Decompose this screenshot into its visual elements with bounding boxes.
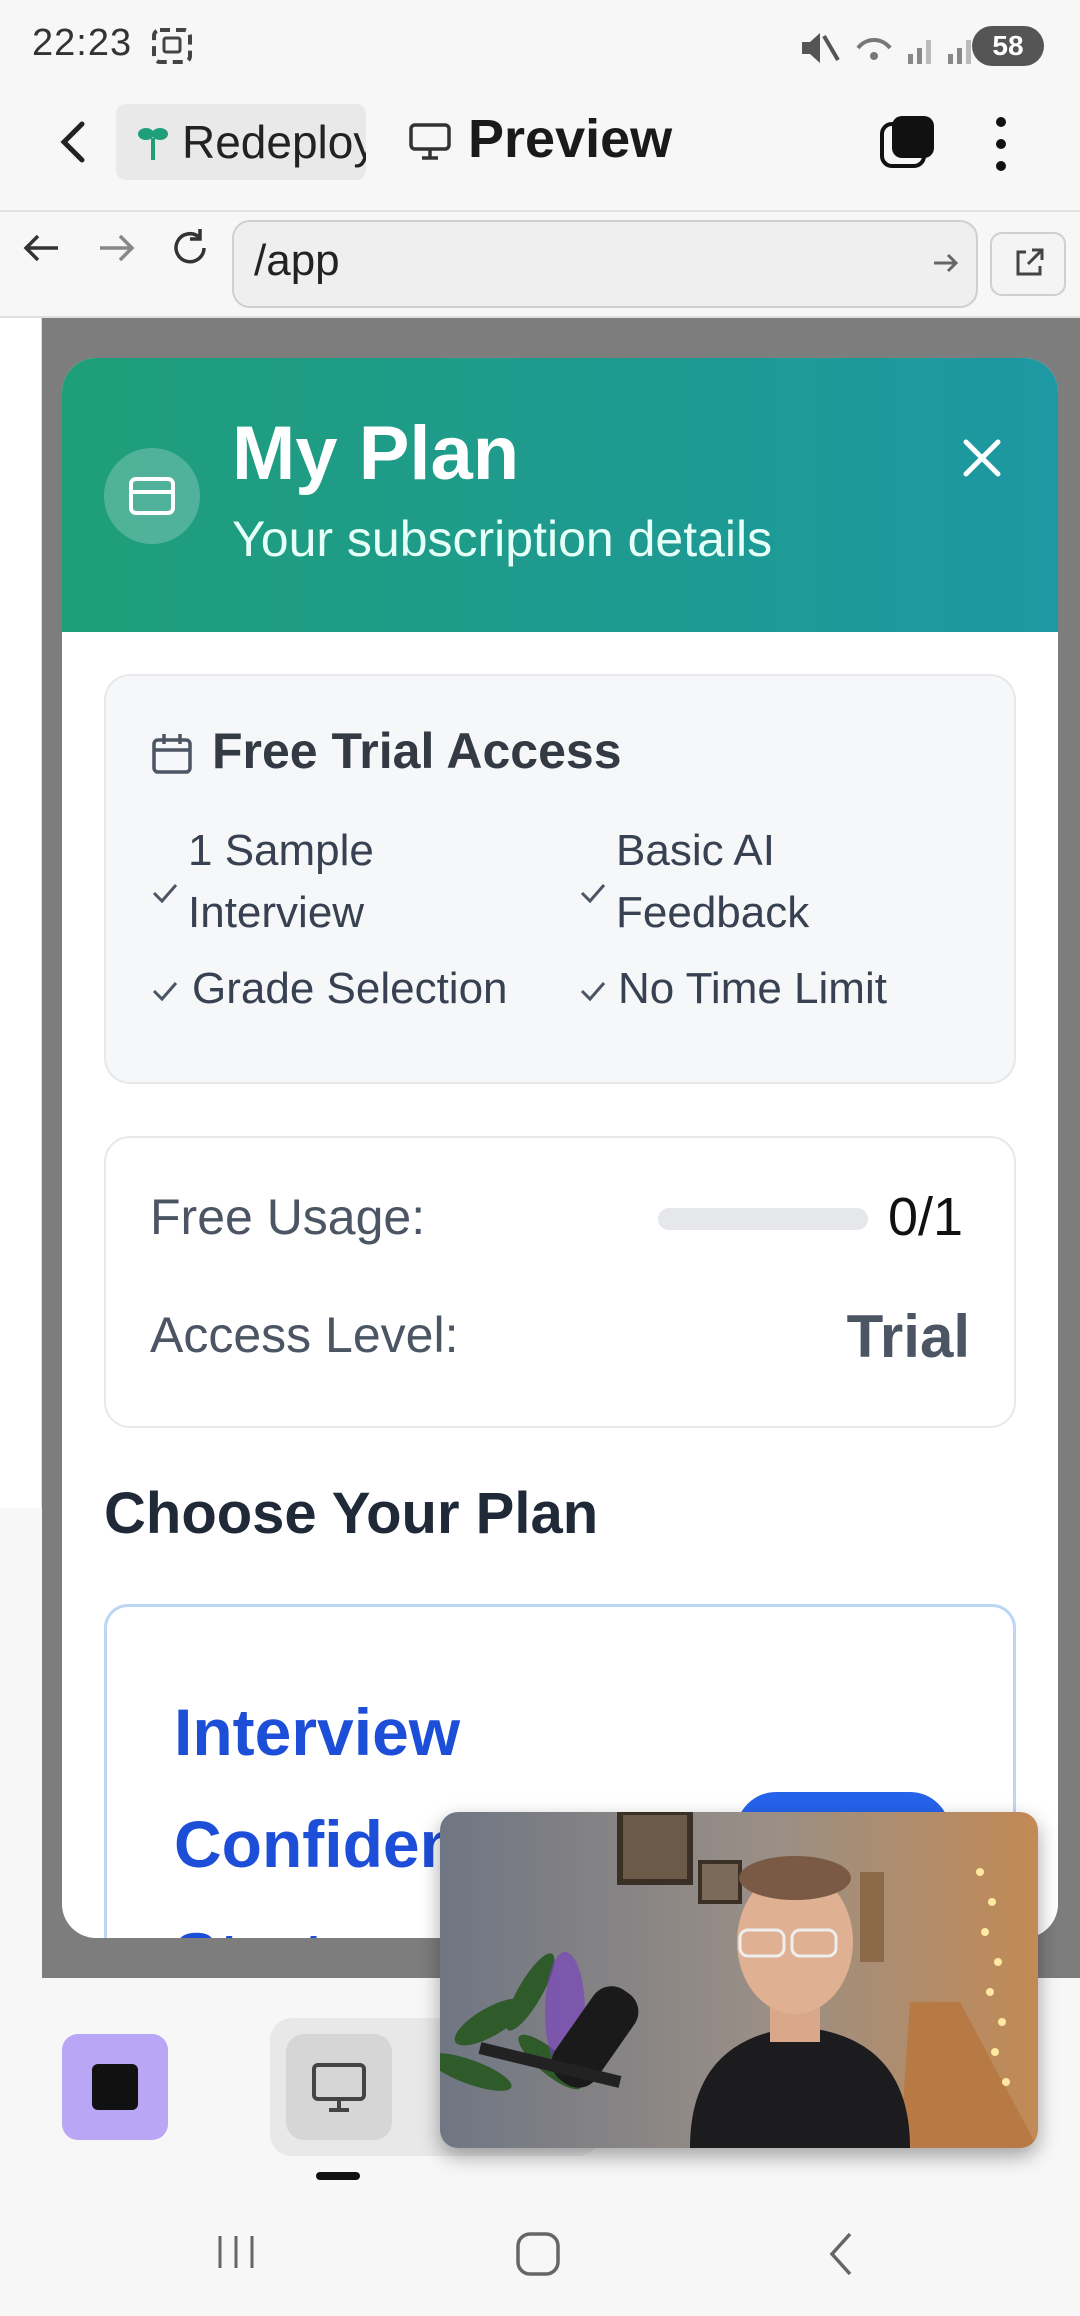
desktop-view-button[interactable] <box>286 2034 392 2140</box>
trial-title: Free Trial Access <box>212 723 622 779</box>
monitor-icon <box>409 123 451 160</box>
credit-card-icon <box>129 477 175 515</box>
modal-header <box>62 358 1058 632</box>
usage-card <box>104 1136 1016 1428</box>
check-icon <box>152 884 178 904</box>
home-icon[interactable] <box>514 2230 562 2278</box>
status-time: 22:23 <box>32 22 133 64</box>
nav-forward-icon[interactable] <box>96 230 136 266</box>
my-plan-modal: My Plan Your subscription details Free T… <box>62 358 1058 1938</box>
feature-item: No Time Limit <box>618 964 887 1013</box>
usage-value: 0/1 <box>888 1187 964 1247</box>
go-arrow-icon[interactable] <box>930 248 960 278</box>
open-external-icon <box>1016 248 1044 276</box>
feature-item: Basic AI Feedback <box>616 826 810 937</box>
check-icon <box>580 884 606 904</box>
modal-subtitle: Your subscription details <box>232 511 773 567</box>
reload-icon[interactable] <box>168 226 212 270</box>
check-icon <box>580 982 606 1002</box>
url-text: /app <box>254 236 340 285</box>
access-level-value: Trial <box>846 1303 970 1370</box>
redeploy-tab-label: Redeploy <box>182 116 366 168</box>
feature-item: Grade Selection <box>192 964 508 1013</box>
check-icon <box>152 982 178 1002</box>
nav-back-icon[interactable] <box>22 230 62 266</box>
webcam-video-overlay[interactable] <box>440 1812 1038 2148</box>
stop-icon <box>92 2064 138 2110</box>
back-icon[interactable] <box>54 118 94 166</box>
credit-card-icon-circle <box>104 448 200 544</box>
tabs-icon[interactable] <box>878 112 938 172</box>
webcam-image <box>440 1812 1038 2148</box>
url-input[interactable] <box>232 220 978 308</box>
active-tab-indicator <box>316 2172 360 2180</box>
recents-icon[interactable] <box>214 2232 260 2272</box>
system-back-icon[interactable] <box>824 2230 860 2278</box>
choose-plan-heading: Choose Your Plan <box>104 1481 599 1546</box>
feature-item: 1 Sample Interview <box>188 826 374 937</box>
page-left-panel <box>0 318 42 1508</box>
battery-indicator: 58 <box>972 26 1044 66</box>
calendar-icon <box>152 734 192 774</box>
usage-label: Free Usage: <box>150 1189 426 1245</box>
screenshot-icon <box>152 28 192 64</box>
close-icon[interactable] <box>946 422 1018 494</box>
more-vert-icon[interactable] <box>986 112 1016 176</box>
page-title: Preview <box>468 109 673 169</box>
access-label: Access Level: <box>150 1307 459 1363</box>
sprout-icon <box>138 128 168 160</box>
desktop-icon <box>312 2063 366 2112</box>
usage-progress-bar <box>658 1208 868 1230</box>
modal-title: My Plan <box>232 411 520 496</box>
